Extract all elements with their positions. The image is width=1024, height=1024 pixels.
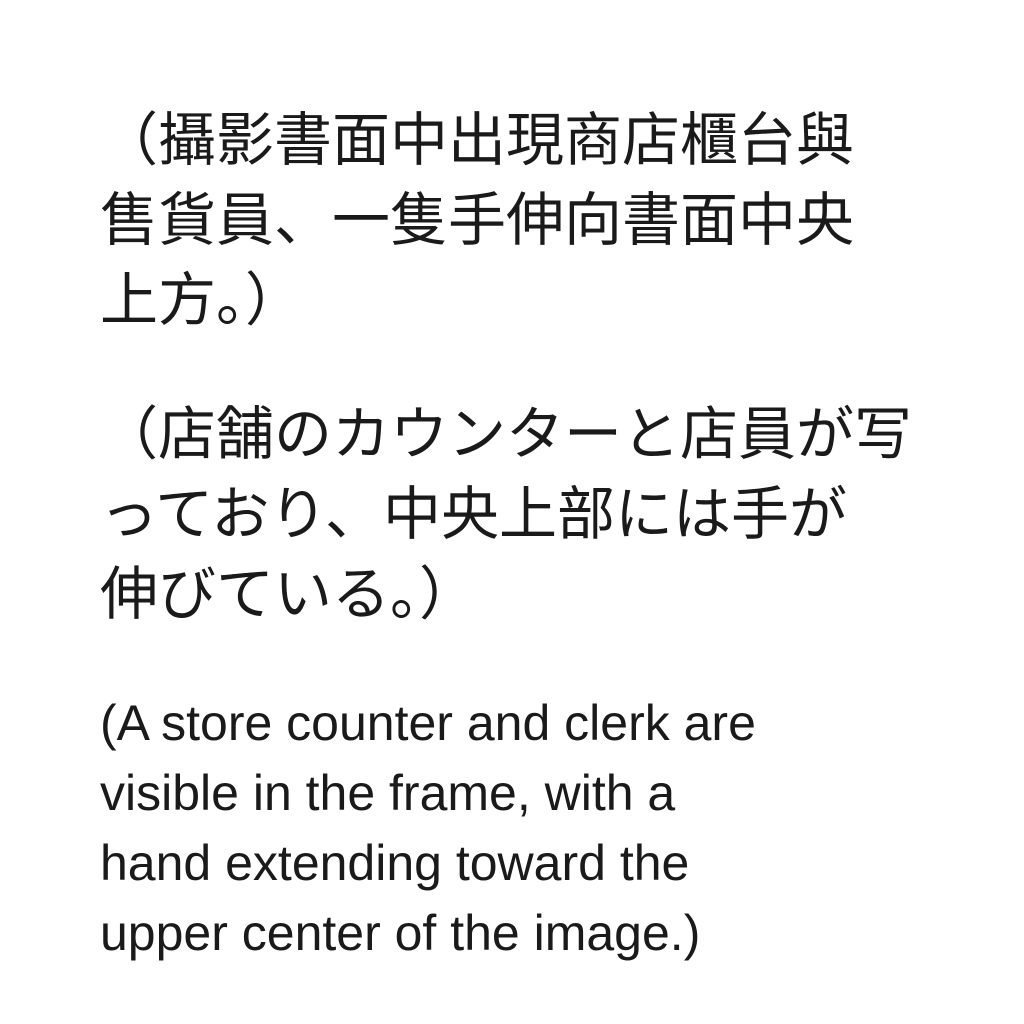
text-line: （店舗のカウンターと店員が写	[100, 400, 913, 468]
document-page: （攝影書面中出現商店櫃台與 售貨員、一隻手伸向書面中央 上方。） （店舗のカウン…	[100, 100, 920, 968]
text-line: 售貨員、一隻手伸向書面中央	[100, 186, 855, 254]
text-line: 伸びている。）	[100, 560, 478, 628]
text-line: (A store counter and clerk are	[100, 695, 756, 751]
text-line: hand extending toward the	[100, 835, 690, 891]
text-line: 上方。）	[100, 266, 304, 334]
paragraph-english: (A store counter and clerk are visible i…	[100, 688, 920, 968]
paragraph-japanese: （店舗のカウンターと店員が写 っており、中央上部には手が 伸びている。）	[100, 394, 920, 634]
text-line: upper center of the image.)	[100, 905, 701, 961]
text-line: （攝影書面中出現商店櫃台與	[100, 106, 855, 174]
text-line: っており、中央上部には手が	[100, 480, 848, 548]
text-line: visible in the frame, with a	[100, 765, 676, 821]
paragraph-chinese: （攝影書面中出現商店櫃台與 售貨員、一隻手伸向書面中央 上方。）	[100, 100, 920, 340]
